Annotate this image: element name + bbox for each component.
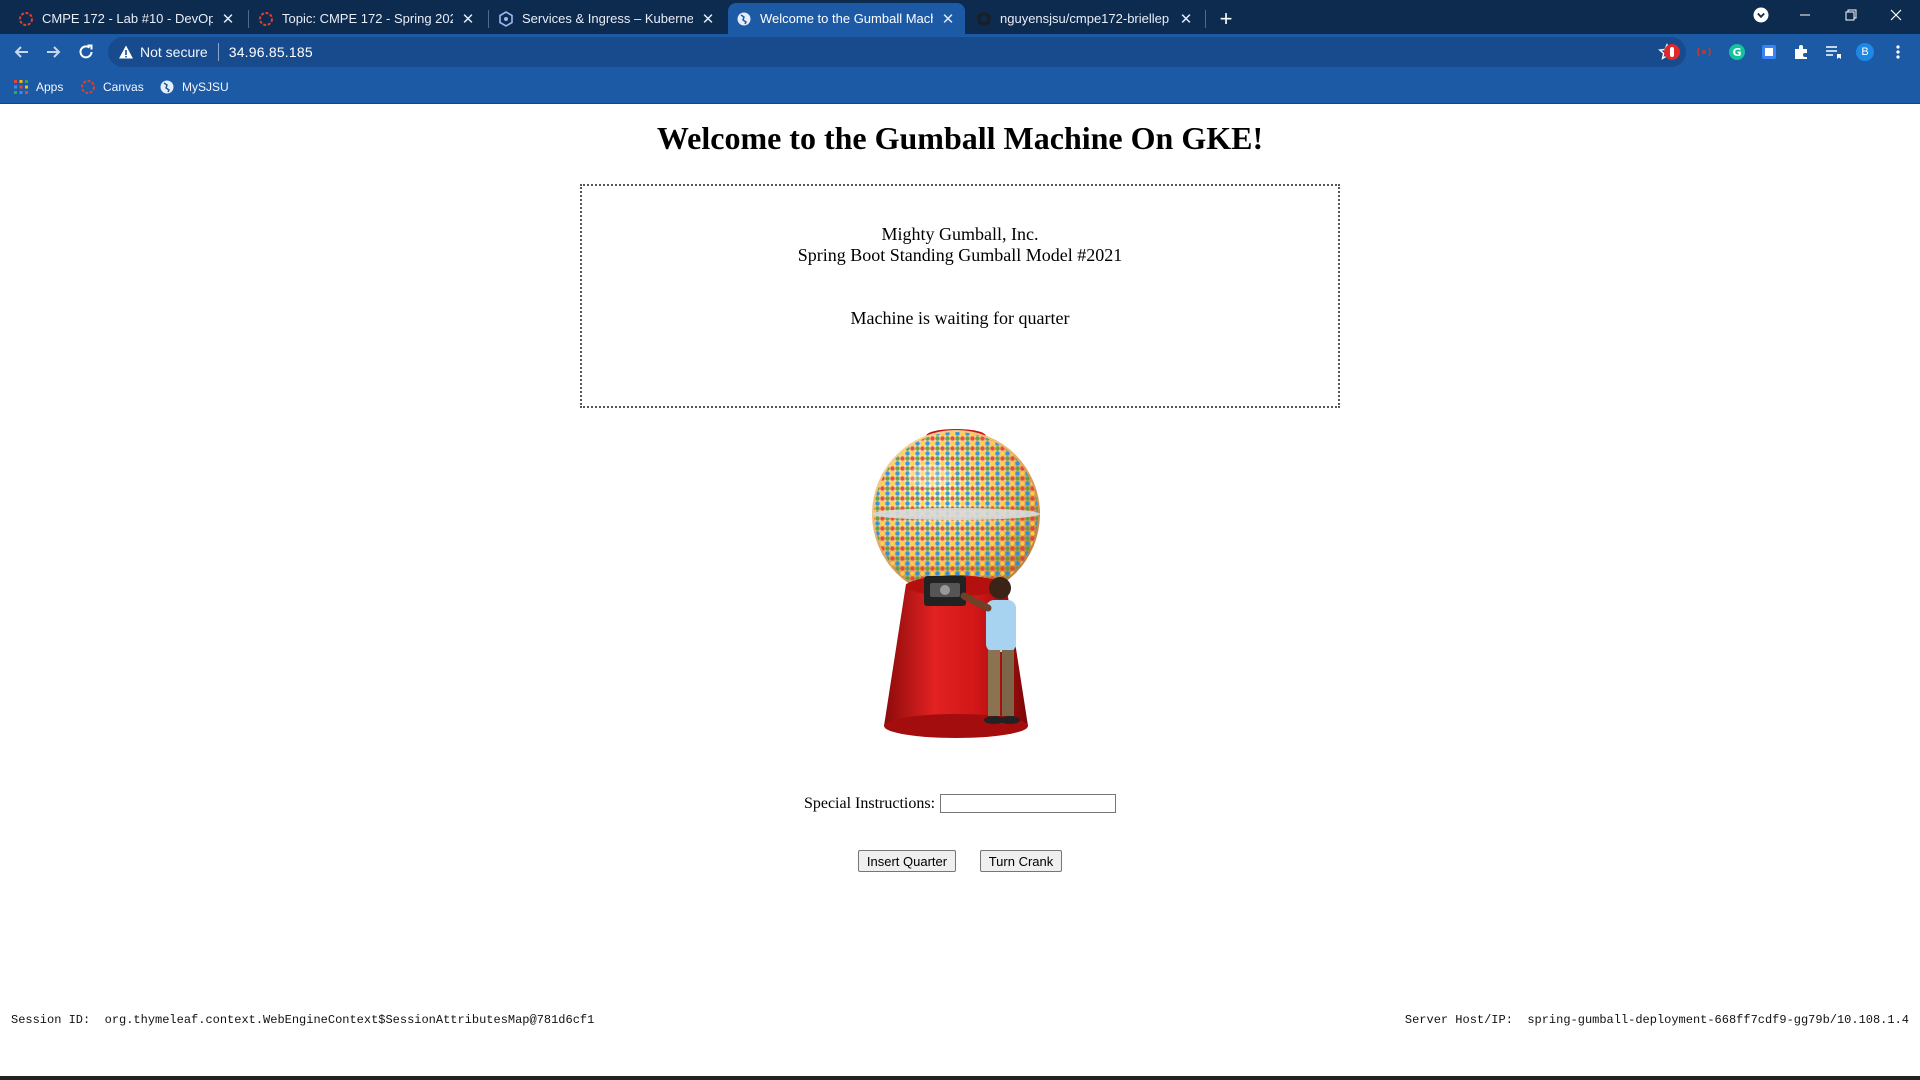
tab-cmpe172-topic[interactable]: Topic: CMPE 172 - Spring 2021 - ✕	[250, 3, 485, 34]
forward-button[interactable]	[39, 38, 67, 66]
reload-button[interactable]	[72, 38, 100, 66]
tab-github-repo[interactable]: nguyensjsu/cmpe172-briellep ✕	[968, 3, 1203, 34]
server-value: spring-gumball-deployment-668ff7cdf9-gg7…	[1527, 1013, 1909, 1027]
reading-list-icon[interactable]	[1823, 42, 1843, 62]
globe-icon	[736, 11, 752, 27]
model-name: Spring Boot Standing Gumball Model #2021	[797, 245, 1123, 265]
tab-title: nguyensjsu/cmpe172-briellep	[1000, 11, 1170, 26]
tab-separator	[488, 10, 489, 28]
svg-text:G: G	[1732, 46, 1741, 59]
machine-state: Machine is waiting for quarter	[850, 308, 1070, 328]
close-icon[interactable]: ✕	[699, 10, 717, 28]
extension-grammarly-icon[interactable]: G	[1727, 42, 1747, 62]
chevron-down-icon	[1753, 7, 1769, 23]
server-label: Server Host/IP:	[1404, 1013, 1513, 1027]
session-label: Session ID:	[11, 1013, 91, 1027]
tab-separator	[1205, 10, 1206, 28]
taskbar-edge	[0, 1076, 1920, 1080]
bookmarks-bar: Apps Canvas MySJSU	[0, 70, 1920, 104]
turn-crank-button[interactable]: Turn Crank	[980, 850, 1062, 872]
company-name: Mighty Gumball, Inc.	[881, 224, 1039, 244]
warning-icon[interactable]	[118, 44, 134, 60]
arrow-left-icon	[14, 46, 28, 58]
tab-title: Services & Ingress – Kubernetes	[522, 11, 693, 26]
page-content: Welcome to the Gumball Machine On GKE! M…	[0, 104, 1920, 1080]
profile-initial: B	[1861, 46, 1869, 58]
bookmark-apps[interactable]: Apps	[13, 77, 63, 97]
arrow-right-icon	[47, 46, 61, 58]
tab-kubernetes-services[interactable]: Services & Ingress – Kubernetes ✕	[490, 3, 725, 34]
reload-icon	[79, 44, 93, 59]
tab-title: CMPE 172 - Lab #10 - DevOps CI	[42, 11, 213, 26]
close-icon[interactable]: ✕	[1177, 10, 1195, 28]
close-icon[interactable]: ✕	[219, 10, 237, 28]
tab-search-button[interactable]	[1738, 0, 1784, 30]
restore-button[interactable]	[1828, 0, 1874, 30]
back-button[interactable]	[8, 38, 36, 66]
security-label[interactable]: Not secure	[140, 44, 208, 60]
machine-info-box: Mighty Gumball, Inc. Spring Boot Standin…	[580, 184, 1340, 408]
menu-kebab-icon[interactable]	[1888, 42, 1908, 62]
extension-adblock-icon[interactable]	[1662, 42, 1682, 62]
minimize-button[interactable]	[1782, 0, 1828, 30]
new-tab-button[interactable]: +	[1212, 5, 1240, 33]
apps-grid-icon	[13, 79, 29, 95]
bookmark-label: Canvas	[103, 80, 144, 94]
close-icon[interactable]: ✕	[939, 10, 957, 28]
canvas-icon	[80, 79, 96, 95]
globe-icon	[159, 79, 175, 95]
puzzle-icon[interactable]	[1791, 42, 1811, 62]
special-instructions-row: Special Instructions:	[0, 794, 1920, 813]
special-instructions-input[interactable]	[940, 794, 1117, 813]
browser-toolbar: Not secure 34.96.85.185 G B	[0, 34, 1920, 70]
bookmark-mysjsu[interactable]: MySJSU	[159, 77, 229, 97]
tab-title: Topic: CMPE 172 - Spring 2021 -	[282, 11, 453, 26]
insert-quarter-button[interactable]: Insert Quarter	[858, 850, 956, 872]
bookmark-canvas[interactable]: Canvas	[80, 77, 144, 97]
github-icon	[976, 11, 992, 27]
session-value: org.thymeleaf.context.WebEngineContext$S…	[104, 1013, 595, 1027]
kubernetes-icon	[498, 10, 514, 27]
profile-avatar[interactable]: B	[1855, 42, 1875, 62]
gumball-machine-image	[860, 426, 1060, 742]
close-icon[interactable]: ✕	[459, 10, 477, 28]
tab-cmpe172-lab10[interactable]: CMPE 172 - Lab #10 - DevOps CI ✕	[10, 3, 245, 34]
special-instructions-label: Special Instructions:	[803, 794, 936, 812]
tab-separator	[248, 10, 249, 28]
tab-strip: CMPE 172 - Lab #10 - DevOps CI ✕ Topic: …	[0, 0, 1920, 34]
bookmark-label: Apps	[36, 80, 64, 94]
url-text[interactable]: 34.96.85.185	[229, 44, 313, 60]
tab-title: Welcome to the Gumball Machin	[760, 11, 933, 26]
page-title: Welcome to the Gumball Machine On GKE!	[656, 120, 1264, 156]
bookmark-label: MySJSU	[182, 80, 229, 94]
canvas-icon	[258, 11, 274, 27]
extension-notes-icon[interactable]	[1759, 42, 1779, 62]
tab-gumball-machine[interactable]: Welcome to the Gumball Machin ✕	[728, 3, 965, 34]
divider	[217, 43, 219, 61]
close-window-button[interactable]	[1873, 0, 1919, 30]
extension-cast-icon[interactable]	[1694, 42, 1714, 62]
server-info: Server Host/IP: spring-gumball-deploymen…	[1405, 1013, 1909, 1027]
address-bar[interactable]: Not secure 34.96.85.185	[108, 37, 1686, 67]
canvas-icon	[18, 11, 34, 27]
session-info: Session ID: org.thymeleaf.context.WebEng…	[11, 1013, 594, 1027]
